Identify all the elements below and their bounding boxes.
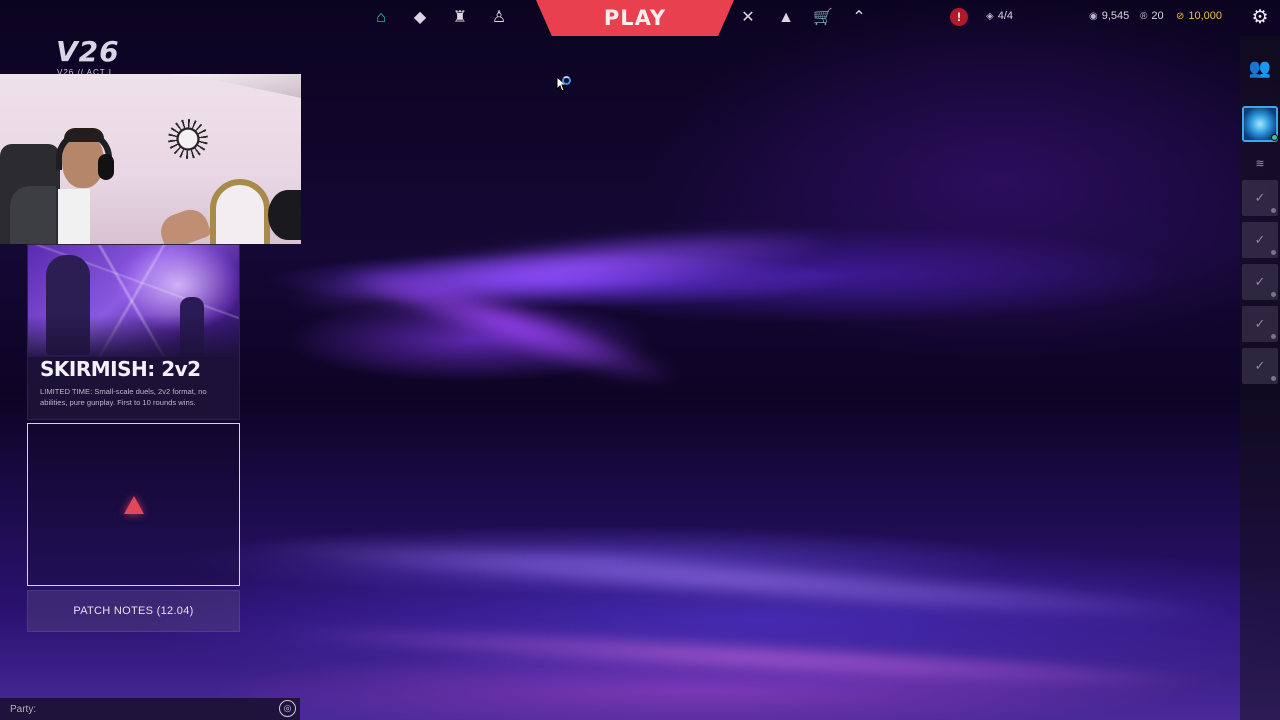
- webcam-ceiling: [170, 74, 301, 98]
- kingdom-credits-value: 10,000: [1188, 10, 1223, 22]
- promo-card[interactable]: [27, 423, 240, 586]
- valorant-points-balance[interactable]: ◉ 9,545: [1089, 10, 1129, 22]
- locker-icon[interactable]: ▲: [776, 8, 796, 28]
- webcam-overlay: [0, 74, 301, 244]
- gear-icon[interactable]: ⚙: [1249, 6, 1271, 28]
- invite-icon: ✓: [1254, 190, 1266, 205]
- invite-icon: ✓: [1254, 232, 1266, 247]
- rank-icon[interactable]: ⌃: [849, 8, 869, 28]
- alert-icon[interactable]: !: [950, 8, 968, 26]
- battlepass-icon[interactable]: ♙: [489, 8, 509, 28]
- invite-icon: ✓: [1254, 274, 1266, 289]
- slot-status-dot: [1271, 376, 1276, 381]
- kingdom-credits-icon: ⊘: [1176, 10, 1185, 22]
- agents-icon[interactable]: ◆: [410, 8, 430, 28]
- webcam-headset-earcup: [98, 154, 114, 180]
- valorant-points-value: 9,545: [1101, 10, 1130, 22]
- webcam-wall-clock: [168, 119, 208, 159]
- radianite-balance[interactable]: ® 20: [1140, 10, 1164, 22]
- season-logo: V26: [56, 35, 120, 68]
- webcam-hand: [155, 204, 213, 244]
- event-description: LIMITED TIME: Small-scale duels, 2v2 for…: [40, 387, 207, 407]
- slot-status-dot: [1271, 250, 1276, 255]
- slot-status-dot: [1271, 292, 1276, 297]
- party-slot[interactable]: ✓: [1242, 180, 1278, 216]
- loading-spinner-icon: [562, 76, 571, 85]
- slot-status-dot: [1271, 208, 1276, 213]
- top-nav-bar: ⌂ ◆ ♜ ♙ PLAY ✕ ▲ 🛒 ⌃ ! ◈ 4/4 ◉ 9,545 ® 2…: [0, 0, 1280, 36]
- friends-icon[interactable]: 👥: [1240, 46, 1280, 90]
- missions-value: 4/4: [997, 10, 1013, 22]
- party-slot[interactable]: ✓: [1242, 264, 1278, 300]
- party-slot[interactable]: ✓: [1242, 306, 1278, 342]
- chat-settings-icon[interactable]: ◎: [279, 700, 296, 717]
- kingdom-credits-balance[interactable]: ⊘ 10,000: [1176, 10, 1222, 22]
- radianite-icon: ®: [1140, 10, 1148, 22]
- invite-icon: ✓: [1254, 316, 1266, 331]
- event-title: SKIRMISH: 2v2: [40, 357, 201, 381]
- webcam-shirt: [58, 189, 90, 244]
- party-slot[interactable]: ✓: [1242, 348, 1278, 384]
- slot-status-dot: [1271, 334, 1276, 339]
- valorant-points-icon: ◉: [1089, 10, 1098, 22]
- webcam-mirror: [210, 179, 270, 244]
- play-button[interactable]: PLAY: [536, 0, 734, 36]
- connection-icon: ≋: [1255, 157, 1265, 170]
- patch-notes-button[interactable]: PATCH NOTES (12.04): [27, 590, 240, 632]
- store-icon[interactable]: 🛒: [813, 8, 833, 28]
- invite-icon: ✓: [1254, 358, 1266, 373]
- party-chat-input[interactable]: Party:: [0, 698, 300, 720]
- career-icon[interactable]: ♜: [450, 8, 470, 28]
- missions-counter[interactable]: ◈ 4/4: [986, 10, 1013, 22]
- collection-icon[interactable]: ✕: [738, 8, 758, 28]
- home-icon[interactable]: ⌂: [371, 8, 391, 28]
- missions-icon: ◈: [986, 10, 994, 22]
- party-chat-label: Party:: [10, 703, 37, 715]
- warning-triangle-icon: [124, 496, 144, 514]
- online-status-dot: [1271, 134, 1278, 141]
- party-slot[interactable]: ✓: [1242, 222, 1278, 258]
- event-card-skirmish[interactable]: SKIRMISH: 2v2 LIMITED TIME: Small-scale …: [27, 244, 240, 420]
- radianite-value: 20: [1151, 10, 1164, 22]
- webcam-lamp: [268, 190, 301, 240]
